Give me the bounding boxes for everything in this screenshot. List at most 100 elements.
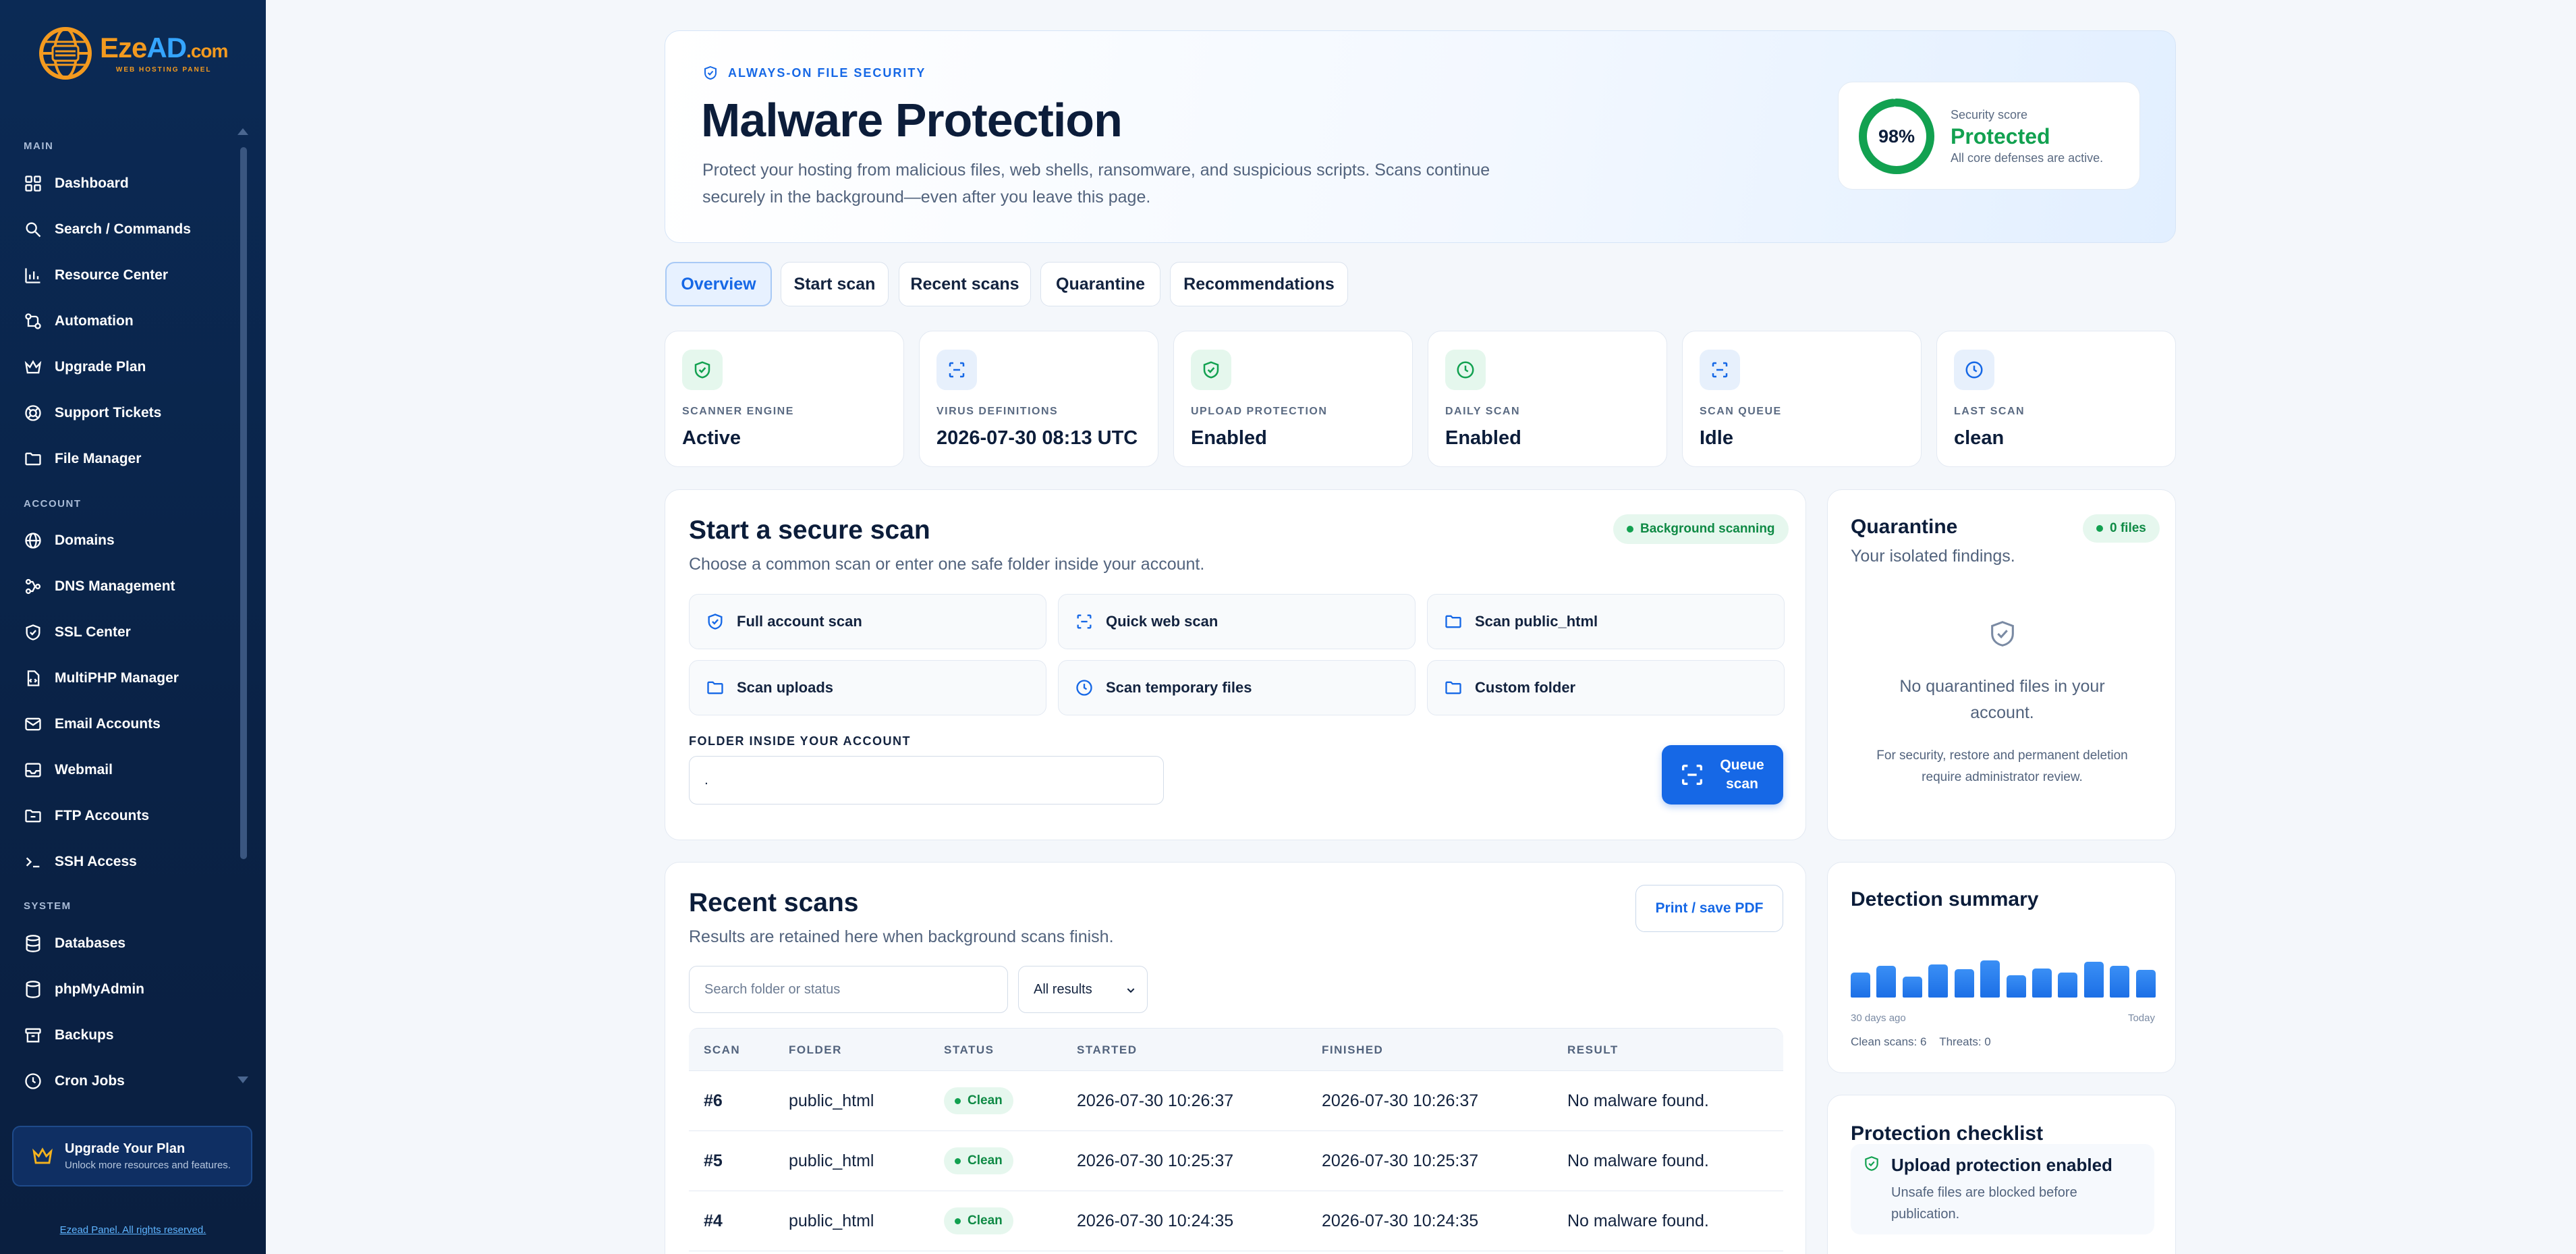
terminal-icon xyxy=(26,857,40,868)
checklist-item-detail: Unsafe files are blocked before publicat… xyxy=(1891,1185,2077,1222)
sidebar-item-resource-center[interactable]: Resource Center xyxy=(24,256,233,294)
security-score-detail: All core defenses are active. xyxy=(1951,151,2104,165)
sidebar-item-dashboard[interactable]: Dashboard xyxy=(24,165,233,202)
section-label-system: SYSTEM xyxy=(24,900,72,912)
sidebar-item-ssh-access[interactable]: SSH Access xyxy=(24,843,233,881)
crown-icon xyxy=(32,1147,53,1164)
tab-quarantine[interactable]: Quarantine xyxy=(1040,262,1160,306)
scan-option-public-html[interactable]: Scan public_html xyxy=(1427,594,1785,649)
footer-copyright-link[interactable]: Ezead Panel. All rights reserved. xyxy=(0,1224,266,1236)
stat-value: clean xyxy=(1954,427,2005,449)
folder-upload-icon xyxy=(25,809,41,823)
folder-icon xyxy=(1445,681,1461,694)
folder-icon xyxy=(707,681,723,694)
tab-start-scan[interactable]: Start scan xyxy=(781,262,889,306)
sidebar-item-ssl-center[interactable]: SSL Center xyxy=(24,614,233,651)
database-icon xyxy=(26,935,40,952)
sidebar-item-email-accounts[interactable]: Email Accounts xyxy=(24,705,233,743)
network-icon xyxy=(25,578,41,595)
shield-check-icon xyxy=(1203,361,1219,379)
scan-id: #5 xyxy=(704,1151,723,1170)
sidebar-item-databases[interactable]: Databases xyxy=(24,925,233,962)
column-header: FINISHED xyxy=(1322,1043,1384,1056)
background-scanning-badge: Background scanning xyxy=(1613,514,1789,544)
tab-recommendations[interactable]: Recommendations xyxy=(1170,262,1348,306)
scan-option-label: Quick web scan xyxy=(1106,613,1219,630)
scan-option-label: Scan uploads xyxy=(737,679,834,696)
quarantine-empty-message: No quarantined files in your account. xyxy=(1899,677,2105,722)
clock-icon xyxy=(1076,680,1092,696)
status-label: Clean xyxy=(968,1093,1003,1108)
clock-icon xyxy=(25,1073,41,1089)
quarantine-note: For security, restore and permanent dele… xyxy=(1876,748,2128,784)
folder-input[interactable]: . xyxy=(689,756,1164,805)
column-header: FOLDER xyxy=(789,1043,842,1056)
scan-id: #6 xyxy=(704,1091,723,1110)
clock-icon xyxy=(1965,361,1983,379)
sidebar-item-domains[interactable]: Domains xyxy=(24,522,233,560)
shield-check-icon xyxy=(1991,621,2014,647)
sidebar-item-upgrade-plan[interactable]: Upgrade Plan xyxy=(24,348,233,386)
upgrade-plan-card[interactable]: Upgrade Your Plan Unlock more resources … xyxy=(12,1126,252,1187)
sidebar-item-label: SSL Center xyxy=(55,624,131,640)
scan-folder: public_html xyxy=(789,1091,874,1110)
table-row[interactable]: #6 public_html Clean 2026-07-30 10:26:37… xyxy=(689,1071,1783,1131)
sidebar-scrollbar[interactable] xyxy=(240,147,247,859)
column-header: STATUS xyxy=(944,1043,995,1056)
scan-finished: 2026-07-30 10:24:35 xyxy=(1322,1211,1479,1230)
section-label-account: ACCOUNT xyxy=(24,498,82,510)
hero-panel: ALWAYS-ON FILE SECURITY Malware Protecti… xyxy=(665,30,2176,243)
scan-started: 2026-07-30 10:25:37 xyxy=(1077,1151,1234,1170)
sidebar-item-support-tickets[interactable]: Support Tickets xyxy=(24,394,233,432)
stat-label: SCAN QUEUE xyxy=(1700,406,1782,417)
detection-bar xyxy=(2110,966,2129,998)
table-row[interactable]: #5 public_html Clean 2026-07-30 10:25:37… xyxy=(689,1131,1783,1191)
print-save-pdf-button[interactable]: Print / save PDF xyxy=(1635,885,1783,932)
scroll-down-arrow[interactable] xyxy=(237,1076,248,1083)
scan-option-uploads[interactable]: Scan uploads xyxy=(689,660,1046,715)
sidebar-item-search[interactable]: Search / Commands xyxy=(24,211,233,248)
recent-scans-card: Recent scans Results are retained here w… xyxy=(665,862,1806,1254)
sidebar-item-label: Search / Commands xyxy=(55,221,191,237)
column-header: STARTED xyxy=(1077,1043,1138,1056)
tab-recent-scans[interactable]: Recent scans xyxy=(899,262,1031,306)
sidebar-item-label: SSH Access xyxy=(55,854,137,869)
sidebar-item-label: Upgrade Plan xyxy=(55,359,146,375)
tab-overview[interactable]: Overview xyxy=(665,262,772,306)
sidebar-item-phpmyadmin[interactable]: phpMyAdmin xyxy=(24,971,233,1008)
scan-finished: 2026-07-30 10:26:37 xyxy=(1322,1091,1479,1110)
status-label: Clean xyxy=(968,1214,1003,1228)
brand-logo[interactable]: EzeAD.com WEB HOSTING PANEL xyxy=(35,23,228,84)
scan-result: No malware found. xyxy=(1567,1211,1709,1230)
scan-option-quick-web[interactable]: Quick web scan xyxy=(1058,594,1416,649)
sidebar-item-file-manager[interactable]: File Manager xyxy=(24,440,233,478)
detection-bar xyxy=(1955,969,1974,998)
sidebar-item-label: phpMyAdmin xyxy=(55,981,144,997)
start-scan-card: Start a secure scan Choose a common scan… xyxy=(665,489,1806,840)
sidebar-item-cron-jobs[interactable]: Cron Jobs xyxy=(24,1062,233,1100)
sidebar-item-automation[interactable]: Automation xyxy=(24,302,233,340)
detection-summary-card: Detection summary 30 days ago Today Clea… xyxy=(1827,862,2176,1073)
scan-option-temporary-files[interactable]: Scan temporary files xyxy=(1058,660,1416,715)
quarantine-card: Quarantine 0 files Your isolated finding… xyxy=(1827,489,2176,840)
stat-value: Idle xyxy=(1700,427,1733,449)
scan-option-full-account[interactable]: Full account scan xyxy=(689,594,1046,649)
stat-label: VIRUS DEFINITIONS xyxy=(936,406,1059,417)
scan-search-input[interactable]: Search folder or status xyxy=(689,966,1008,1013)
results-filter-select[interactable]: All results xyxy=(1018,966,1148,1013)
scan-icon xyxy=(1077,614,1092,629)
scan-option-label: Scan public_html xyxy=(1475,613,1598,630)
sidebar-item-backups[interactable]: Backups xyxy=(24,1016,233,1054)
sidebar-item-multiphp-manager[interactable]: MultiPHP Manager xyxy=(24,659,233,697)
queue-scan-button[interactable]: Queue scan xyxy=(1662,745,1783,805)
sidebar-item-dns-management[interactable]: DNS Management xyxy=(24,568,233,605)
logo-text-ad: AD xyxy=(146,32,187,63)
scroll-up-arrow[interactable] xyxy=(237,128,248,135)
sidebar-item-webmail[interactable]: Webmail xyxy=(24,751,233,789)
sidebar-item-ftp-accounts[interactable]: FTP Accounts xyxy=(24,797,233,835)
globe-icon xyxy=(25,533,41,549)
status-badge: Clean xyxy=(944,1147,1013,1174)
scan-option-custom-folder[interactable]: Custom folder xyxy=(1427,660,1785,715)
table-row[interactable]: #4 public_html Clean 2026-07-30 10:24:35… xyxy=(689,1191,1783,1251)
detection-bar xyxy=(1928,964,1948,998)
